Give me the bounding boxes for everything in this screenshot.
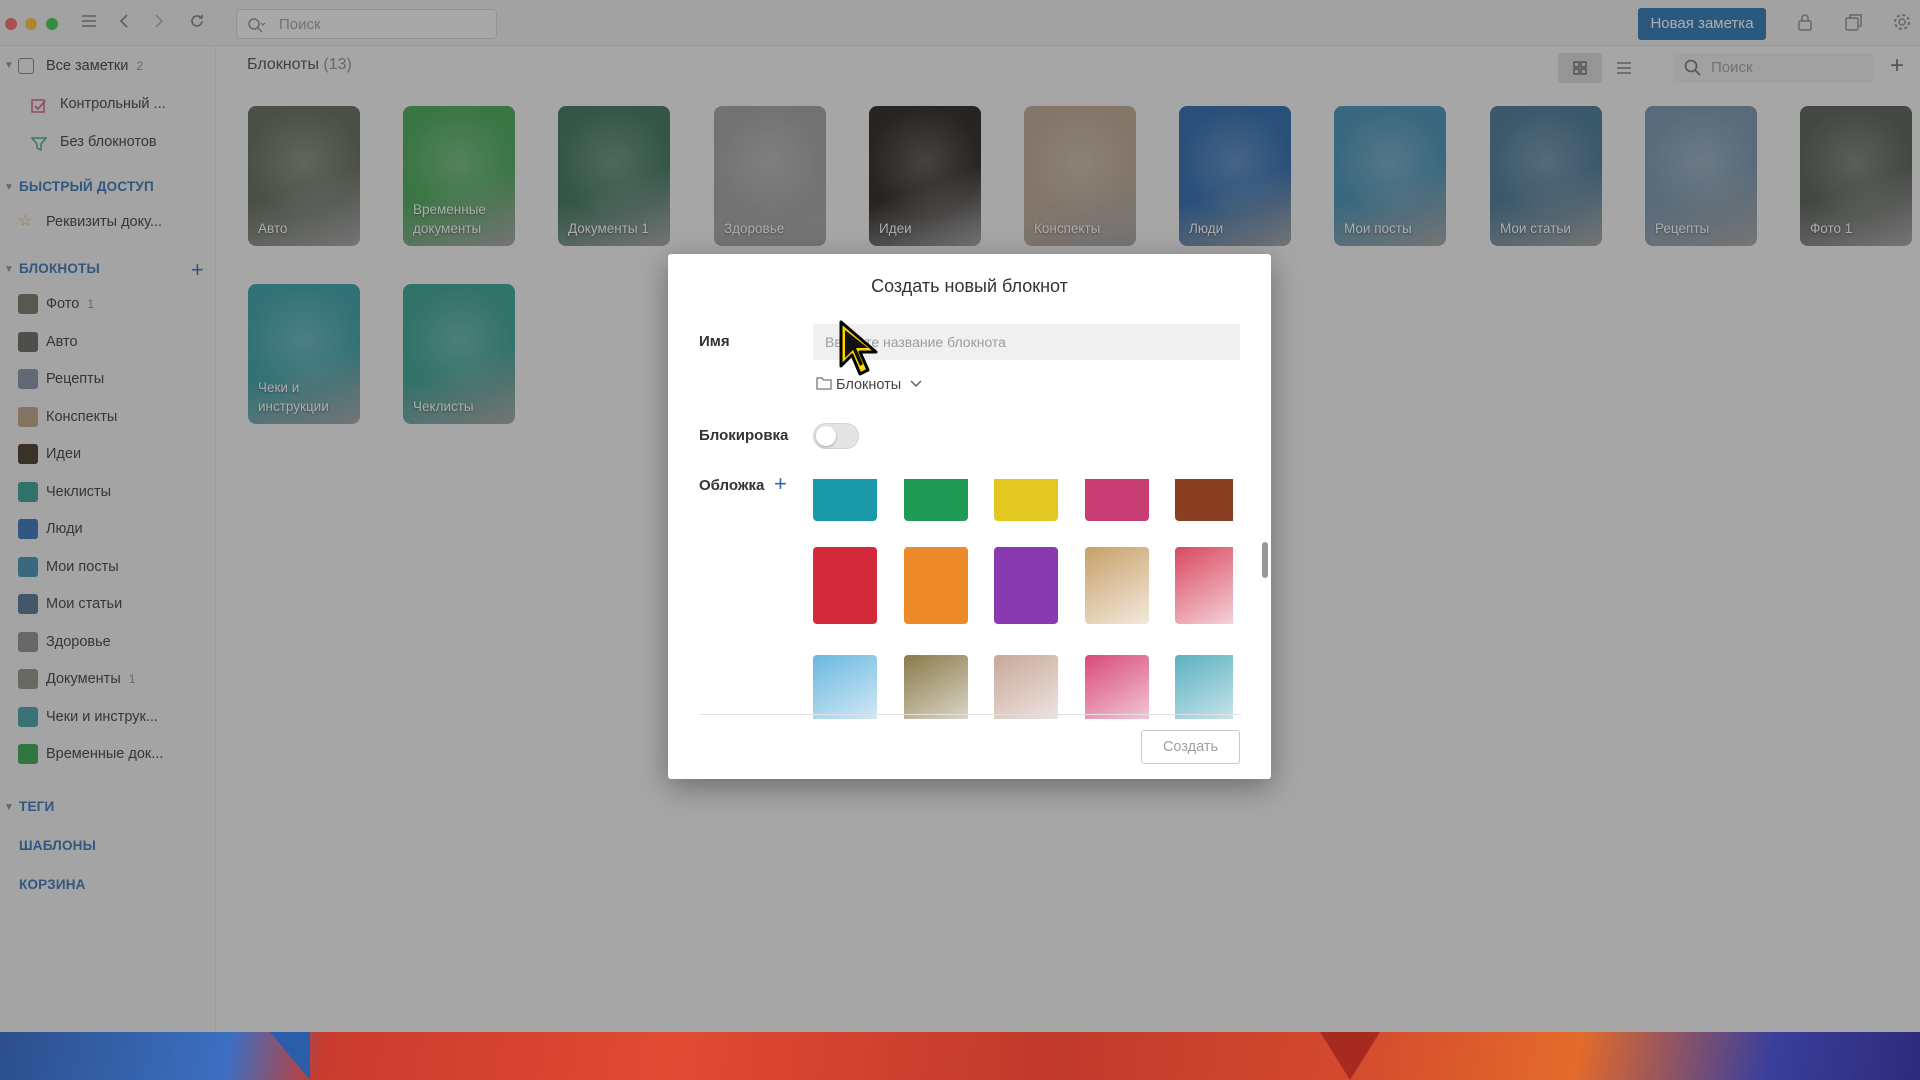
- app-window: Поиск Новая заметка ▼ Все заметки 2 Контр…: [0, 0, 1920, 1032]
- cover-swatch-sky-image[interactable]: [1175, 655, 1233, 719]
- name-label: Имя: [699, 333, 730, 350]
- dialog-title: Создать новый блокнот: [871, 276, 1068, 296]
- cover-swatch-purple[interactable]: [994, 547, 1058, 624]
- cover-swatch-owl-image[interactable]: [1085, 547, 1149, 624]
- cover-swatch-orange[interactable]: [904, 547, 968, 624]
- cover-swatch-brown[interactable]: [1175, 479, 1233, 521]
- mouse-cursor-icon: [838, 320, 882, 382]
- create-button[interactable]: Создать: [1141, 730, 1240, 764]
- desktop-wallpaper: [0, 1032, 1920, 1080]
- cover-scrollbar[interactable]: [1262, 542, 1268, 578]
- dialog-divider: [699, 714, 1241, 715]
- lock-toggle[interactable]: [813, 423, 859, 449]
- cover-label: Обложка: [699, 477, 765, 494]
- cover-swatch-london-image[interactable]: [994, 655, 1058, 719]
- lock-label: Блокировка: [699, 427, 789, 444]
- chevron-down-icon: [910, 380, 922, 388]
- add-cover-button[interactable]: +: [774, 473, 787, 495]
- cover-swatch-pink[interactable]: [1085, 479, 1149, 521]
- cover-swatch-flowers-image[interactable]: [1085, 655, 1149, 719]
- cover-swatch-paper-plane-image[interactable]: [1175, 547, 1233, 624]
- cover-swatch-yellow[interactable]: [994, 479, 1058, 521]
- cover-swatch-teal[interactable]: [813, 479, 877, 521]
- cover-swatch-red[interactable]: [813, 547, 877, 624]
- create-notebook-dialog: Создать новый блокнот Имя Блокноты Блоки…: [668, 254, 1271, 779]
- cover-gallery: [813, 479, 1233, 719]
- cover-swatch-autumn-image[interactable]: [904, 655, 968, 719]
- toggle-knob: [816, 426, 836, 446]
- cover-swatch-water-image[interactable]: [813, 655, 877, 719]
- folder-icon: [816, 377, 832, 390]
- cover-swatch-green[interactable]: [904, 479, 968, 521]
